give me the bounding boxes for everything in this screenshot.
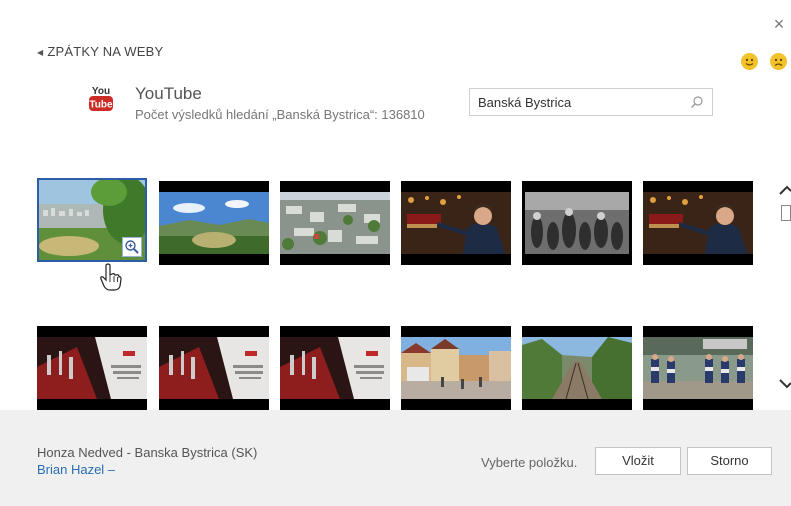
result-thumbnail-7[interactable] bbox=[37, 326, 147, 410]
thumbnail-image bbox=[401, 337, 511, 399]
thumbnail-image bbox=[159, 337, 269, 399]
zoom-in-icon[interactable] bbox=[122, 237, 142, 257]
chevron-up-icon[interactable] bbox=[779, 184, 791, 198]
result-thumbnail-2[interactable] bbox=[159, 181, 269, 265]
thumbnail-image bbox=[159, 192, 269, 254]
thumbnail-image bbox=[643, 337, 753, 399]
search-icon[interactable] bbox=[690, 95, 704, 109]
selected-item-title: Honza Nedved - Banska Bystrica (SK) bbox=[37, 445, 258, 460]
provider-name: YouTube bbox=[135, 84, 202, 103]
smile-icon[interactable] bbox=[741, 53, 758, 70]
chevron-down-icon[interactable] bbox=[779, 376, 791, 390]
status-text: Vyberte položku. bbox=[481, 455, 578, 470]
close-icon[interactable]: × bbox=[769, 14, 789, 34]
youtube-logo: You Tube bbox=[88, 84, 114, 112]
hand-cursor-icon bbox=[100, 263, 122, 291]
scrollbar-thumb[interactable] bbox=[781, 205, 791, 221]
selected-item-author-link[interactable]: Brian Hazel – bbox=[37, 462, 115, 477]
thumbnail-image bbox=[401, 192, 511, 254]
thumbnail-image bbox=[37, 337, 147, 399]
result-thumbnail-9[interactable] bbox=[280, 326, 390, 410]
thumbnail-image bbox=[522, 337, 632, 400]
thumbnail-image bbox=[280, 192, 390, 254]
search-box[interactable] bbox=[469, 88, 713, 116]
thumbnail-image bbox=[280, 337, 390, 399]
insert-button[interactable]: Vložit bbox=[595, 447, 681, 475]
frown-icon[interactable] bbox=[770, 53, 787, 70]
svg-text:Tube: Tube bbox=[89, 100, 113, 111]
result-thumbnail-5[interactable] bbox=[522, 181, 632, 265]
result-thumbnail-3[interactable] bbox=[280, 181, 390, 265]
result-thumbnail-4[interactable] bbox=[401, 181, 511, 265]
result-thumbnail-11[interactable] bbox=[522, 326, 632, 410]
result-thumbnail-6[interactable] bbox=[643, 181, 753, 265]
search-input[interactable] bbox=[478, 89, 678, 115]
result-thumbnail-8[interactable] bbox=[159, 326, 269, 410]
result-count: Počet výsledků hledání „Banská Bystrica“… bbox=[135, 107, 425, 122]
back-to-websites-link[interactable]: ◀ ZPÁTKY NA WEBY bbox=[37, 44, 163, 59]
result-thumbnail-1[interactable] bbox=[37, 178, 147, 262]
svg-text:You: You bbox=[92, 86, 110, 97]
cancel-button[interactable]: Storno bbox=[687, 447, 772, 475]
thumbnail-image bbox=[643, 192, 753, 254]
thumbnail-image bbox=[525, 192, 629, 254]
back-arrow-icon: ◀ bbox=[37, 48, 44, 58]
back-link-label: ZPÁTKY NA WEBY bbox=[47, 44, 164, 59]
result-thumbnail-10[interactable] bbox=[401, 326, 511, 410]
result-thumbnail-12[interactable] bbox=[643, 326, 753, 410]
